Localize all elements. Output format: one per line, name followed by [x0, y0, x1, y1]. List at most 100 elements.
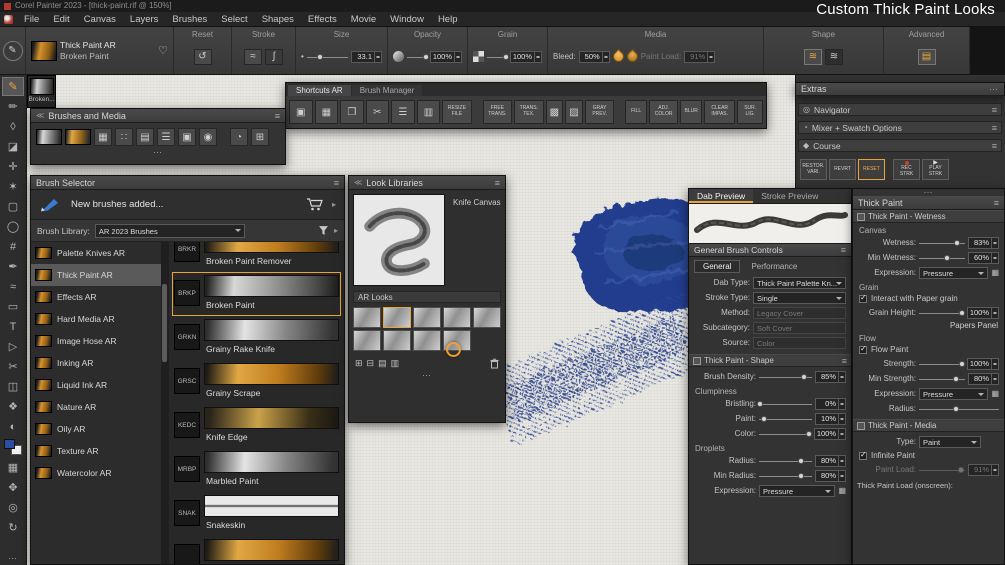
color-slider[interactable] [759, 429, 812, 439]
look-libraries-menu-icon[interactable]: ≡ [495, 178, 500, 188]
save-look-icon[interactable]: ▥ [391, 358, 400, 369]
grain-slider[interactable] [487, 52, 510, 62]
shape-selection-tool-icon[interactable]: ▷ [2, 337, 24, 356]
size-value-box[interactable]: 33.1 [351, 50, 382, 63]
shopping-cart-icon[interactable] [306, 198, 324, 211]
min-wetness-slider[interactable] [919, 253, 965, 263]
new-image-button[interactable]: ▣ [289, 100, 313, 124]
filter-funnel-icon[interactable] [318, 225, 329, 236]
brush-library-dropdown[interactable]: AR 2023 Brushes [94, 223, 245, 238]
shape-profile-button-1[interactable]: ≋ [804, 48, 822, 65]
lasso-tool-icon[interactable]: ◯ [2, 217, 24, 236]
stepper[interactable] [991, 237, 998, 248]
general-brush-controls-header[interactable]: General Brush Controls ≡ [689, 244, 851, 257]
rect-shape-tool-icon[interactable]: ▭ [2, 297, 24, 316]
size-slider[interactable] [306, 52, 348, 62]
banner-flyout-icon[interactable]: ▸ [332, 200, 336, 209]
paint-value[interactable]: 10% [815, 412, 846, 425]
export-look-icon[interactable]: ▤ [378, 358, 387, 369]
variant-snakeskin[interactable]: SNAK Snakeskin [172, 492, 341, 536]
strength-slider[interactable] [919, 359, 966, 369]
import-look-icon[interactable]: ⊟ [367, 358, 375, 369]
panel-tab-course[interactable]: ◆ Course ≡ [798, 139, 1002, 152]
new-brushes-banner[interactable]: New brushes added... ▸ [31, 190, 344, 220]
category-image-hose[interactable]: Image Hose AR [31, 330, 161, 352]
fill-button[interactable]: FILL [625, 100, 647, 124]
category-palette-knives[interactable]: Palette Knives AR [31, 242, 161, 264]
tab-brush-manager[interactable]: Brush Manager [351, 85, 423, 96]
look-thumb-8[interactable] [413, 330, 441, 351]
interact-paper-grain-row[interactable]: Interact with Paper grain [853, 292, 1004, 305]
color-swatch-pair[interactable] [4, 439, 22, 455]
brush-stroke-preview-icon[interactable] [36, 129, 62, 145]
general-controls-menu-icon[interactable]: ≡ [841, 245, 846, 255]
menu-brushes[interactable]: Brushes [165, 14, 214, 25]
stepper[interactable] [991, 373, 998, 384]
paint-slider[interactable] [759, 414, 812, 424]
menu-effects[interactable]: Effects [301, 14, 344, 25]
expression-settings-icon[interactable]: ▦ [838, 486, 846, 495]
dropper-tool-icon[interactable]: ✏ [2, 97, 24, 116]
look-libraries-grip[interactable]: ⋯ [353, 371, 501, 380]
bleed-value-box[interactable]: 50% [578, 50, 610, 63]
reset-brush-button[interactable]: ↺ [193, 48, 212, 65]
brush-density-value[interactable]: 85% [815, 370, 846, 383]
toolbox-grip[interactable]: ⋯ [8, 554, 18, 563]
grain-stepper[interactable] [534, 51, 541, 62]
category-watercolor[interactable]: Watercolor AR [31, 462, 161, 484]
stepper[interactable] [838, 398, 845, 409]
painter-logo-icon[interactable] [4, 14, 13, 24]
menu-shapes[interactable]: Shapes [255, 14, 301, 25]
advanced-settings-button[interactable]: ▤ [917, 48, 936, 65]
radius-slider[interactable] [759, 456, 812, 466]
infinite-paint-row[interactable]: Infinite Paint [853, 449, 1004, 462]
color-value[interactable]: 100% [813, 427, 846, 440]
compact-view-icon[interactable]: ∷ [115, 128, 133, 146]
panel-tab-mixer-swatches[interactable]: ◔ Mixer + Swatch Options ≡ [798, 121, 1002, 134]
look-thumb-7[interactable] [383, 330, 411, 351]
wetness-slider[interactable] [919, 238, 965, 248]
resize-file-button[interactable]: RESIZE FILE [442, 100, 472, 124]
clone-image-button[interactable]: ❐ [340, 100, 364, 124]
magnifier-tool-icon[interactable]: ◎ [2, 498, 24, 517]
rotate-page-tool-icon[interactable]: ↻ [2, 518, 24, 537]
extras-grip[interactable]: ⋯ [989, 85, 999, 94]
magic-wand-tool-icon[interactable]: ✶ [2, 177, 24, 196]
category-effects[interactable]: Effects AR [31, 286, 161, 308]
thick-paint-menu-icon[interactable]: ≡ [994, 198, 999, 208]
look-libraries-header[interactable]: ≪ Look Libraries ≡ [349, 176, 505, 190]
brush-tool-icon[interactable]: ✎ [2, 77, 24, 96]
list-view-icon[interactable]: ▤ [136, 128, 154, 146]
library-flyout-icon[interactable]: ▸ [334, 226, 338, 235]
brush-ghost-icon[interactable]: ✎ [2, 40, 23, 61]
menu-file[interactable]: File [17, 14, 46, 25]
menu-movie[interactable]: Movie [344, 14, 383, 25]
blur-button[interactable]: BLUR [680, 100, 703, 124]
media-jar-icon-2[interactable] [624, 48, 640, 65]
menu-window[interactable]: Window [383, 14, 431, 25]
tab-performance[interactable]: Performance [742, 260, 806, 273]
variant-marbled-paint[interactable]: MRBP Marbled Paint [172, 448, 341, 492]
bristling-slider[interactable] [757, 399, 812, 409]
text-lines-button[interactable]: ☰ [391, 100, 415, 124]
text-tool-icon[interactable]: T [2, 317, 24, 336]
menu-select[interactable]: Select [214, 14, 254, 25]
media-jar-icon-1[interactable] [610, 48, 626, 65]
brush-selector-header[interactable]: Brush Selector ≡ [31, 176, 344, 190]
course-menu-icon[interactable]: ≡ [992, 141, 997, 151]
brush-variant-preview-chip[interactable]: Broken... [27, 75, 56, 108]
lock-texture-button[interactable]: ▩ [545, 100, 564, 124]
kaleidoscope-tool-icon[interactable]: ❖ [2, 397, 24, 416]
stroke-type-dropdown[interactable]: Single [753, 291, 846, 304]
bristling-value[interactable]: 0% [815, 397, 846, 410]
free-transform-button[interactable]: FREE TRANS. [482, 100, 513, 124]
swatches-icon[interactable]: ⊞ [251, 128, 269, 146]
restore-variant-button[interactable]: RESTOR. VARI. [800, 159, 827, 180]
ar-looks-section-bar[interactable]: AR Looks [353, 291, 501, 303]
tab-shortcuts-ar[interactable]: Shortcuts AR [288, 85, 351, 96]
detail-view-icon[interactable]: ☰ [157, 128, 175, 146]
look-thumb-2-selected[interactable] [383, 307, 411, 328]
shape-profile-button-2[interactable]: ≋ [825, 48, 843, 65]
category-inking[interactable]: Inking AR [31, 352, 161, 374]
menu-layers[interactable]: Layers [123, 14, 166, 25]
